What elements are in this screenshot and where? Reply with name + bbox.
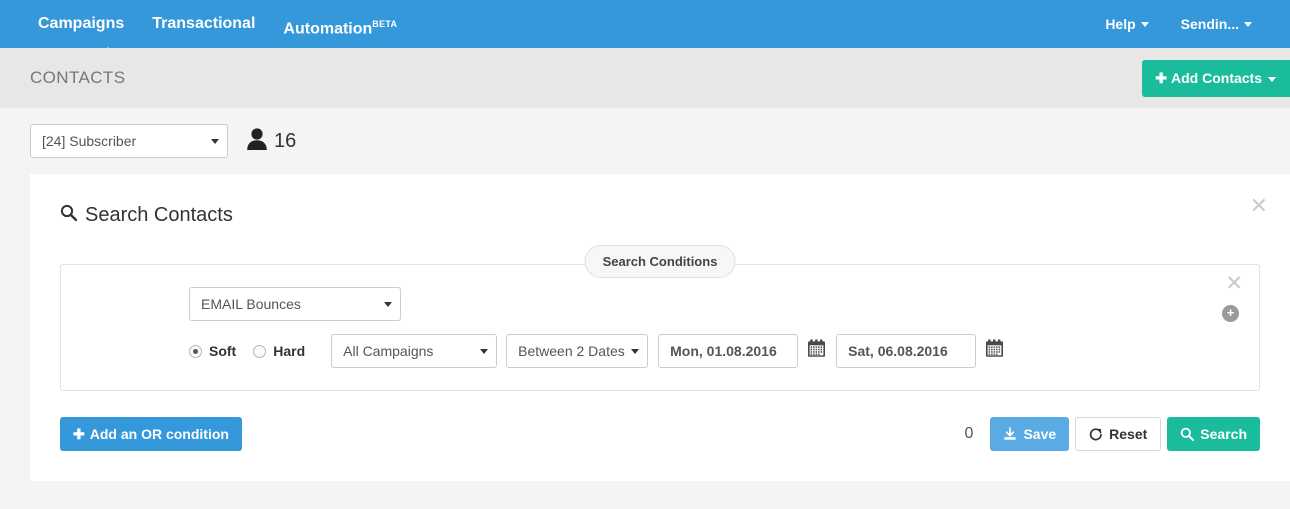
search-button[interactable]: Search	[1167, 417, 1260, 451]
remove-condition-icon[interactable]: ✕	[1225, 273, 1243, 294]
condition-type-value: EMAIL Bounces	[201, 296, 301, 312]
contact-count: 16	[246, 127, 296, 156]
navbar-secondary-links: Help Sendin...	[1089, 0, 1290, 48]
condition-row-type: EMAIL Bounces	[61, 287, 1259, 321]
nav-item-campaigns[interactable]: Campaigns	[24, 0, 138, 57]
chevron-down-icon	[1140, 21, 1149, 27]
date-to-value: Sat, 06.08.2016	[848, 343, 948, 359]
reset-label: Reset	[1109, 426, 1148, 442]
beta-badge: BETA	[372, 19, 398, 29]
campaign-select[interactable]: All Campaigns	[331, 334, 498, 368]
chevron-down-icon	[1244, 21, 1252, 27]
chevron-down-icon	[1268, 76, 1276, 82]
plus-icon: ✚	[73, 425, 85, 442]
nav-item-transactional-label: Transactional	[152, 15, 256, 32]
add-or-condition-label: Add an OR condition	[89, 426, 229, 442]
radio-soft-dot	[189, 344, 202, 358]
radio-hard-dot	[253, 344, 267, 358]
reset-button[interactable]: Reset	[1075, 417, 1162, 451]
add-contacts-label: Add Contacts	[1171, 70, 1262, 86]
add-or-condition-button[interactable]: ✚ Add an OR condition	[60, 417, 242, 451]
search-button-label: Search	[1200, 426, 1247, 442]
date-range-select[interactable]: Between 2 Dates	[506, 334, 649, 368]
contact-count-value: 16	[274, 129, 297, 152]
search-icon	[1180, 427, 1195, 441]
save-label: Save	[1023, 426, 1057, 442]
search-icon	[60, 204, 78, 227]
add-condition-icon[interactable]: +	[1222, 305, 1239, 322]
save-button[interactable]: Save	[990, 417, 1070, 451]
radio-hard[interactable]: Hard	[253, 343, 305, 359]
search-actions-right: 0 Save Reset Search	[965, 417, 1260, 451]
nav-item-account[interactable]: Sendin...	[1165, 0, 1268, 48]
search-contacts-title-label: Search Contacts	[85, 203, 233, 226]
date-from-value: Mon, 01.08.2016	[670, 343, 777, 359]
page-title: CONTACTS	[30, 68, 126, 87]
chevron-down-icon	[480, 348, 489, 354]
result-count: 0	[964, 425, 974, 442]
date-to-input[interactable]: Sat, 06.08.2016	[836, 334, 977, 368]
condition-group: ✕ + EMAIL Bounces Soft Hard All Campaign…	[60, 264, 1260, 391]
subscriber-selector-row: [24] Subscriber 16	[0, 108, 1290, 174]
radio-hard-label: Hard	[273, 343, 306, 359]
person-icon	[246, 127, 268, 156]
save-download-icon	[1003, 427, 1017, 441]
top-navbar: Campaigns Transactional AutomationBETA H…	[0, 0, 1290, 57]
navbar-primary-links: Campaigns Transactional AutomationBETA	[24, 0, 411, 57]
chevron-down-icon	[384, 301, 392, 307]
plus-icon: ✚	[1155, 70, 1167, 86]
radio-soft[interactable]: Soft	[189, 343, 236, 359]
nav-item-automation-label: Automation	[283, 20, 373, 38]
subscriber-list-select[interactable]: [24] Subscriber	[30, 124, 228, 158]
close-icon[interactable]: ✕	[1250, 195, 1268, 217]
condition-row-filters: Soft Hard All Campaigns Between 2 Dates	[61, 334, 1259, 368]
nav-item-transactional[interactable]: Transactional	[138, 0, 269, 48]
calendar-icon[interactable]	[807, 339, 826, 363]
date-range-select-value: Between 2 Dates	[518, 343, 625, 359]
search-actions-bar: ✚ Add an OR condition 0 Save Reset Searc…	[60, 417, 1260, 473]
chevron-down-icon	[631, 348, 640, 354]
search-conditions-fieldset: Search Conditions ✕ + EMAIL Bounces Soft	[60, 245, 1260, 391]
refresh-icon	[1089, 427, 1103, 441]
calendar-icon[interactable]	[985, 339, 1004, 363]
nav-item-help[interactable]: Help	[1089, 0, 1164, 48]
search-contacts-title: Search Contacts	[30, 200, 1290, 230]
date-from-input[interactable]: Mon, 01.08.2016	[658, 334, 799, 368]
condition-type-select[interactable]: EMAIL Bounces	[189, 287, 401, 321]
nav-item-campaigns-label: Campaigns	[38, 15, 125, 32]
nav-item-account-label: Sendin...	[1180, 16, 1239, 32]
nav-item-help-label: Help	[1105, 16, 1136, 32]
campaign-select-value: All Campaigns	[343, 343, 434, 359]
bounce-type-radio-group: Soft Hard	[189, 343, 322, 359]
search-contacts-card: Search Contacts ✕ Search Conditions ✕ + …	[30, 174, 1290, 481]
add-contacts-button[interactable]: ✚ Add Contacts	[1142, 60, 1290, 97]
search-conditions-legend: Search Conditions	[584, 245, 736, 278]
page-header-band: CONTACTS ✚ Add Contacts	[0, 48, 1290, 108]
nav-item-automation[interactable]: AutomationBETA	[269, 0, 411, 48]
radio-soft-label: Soft	[209, 343, 237, 359]
chevron-down-icon	[211, 138, 219, 144]
subscriber-list-value: [24] Subscriber	[42, 133, 137, 149]
